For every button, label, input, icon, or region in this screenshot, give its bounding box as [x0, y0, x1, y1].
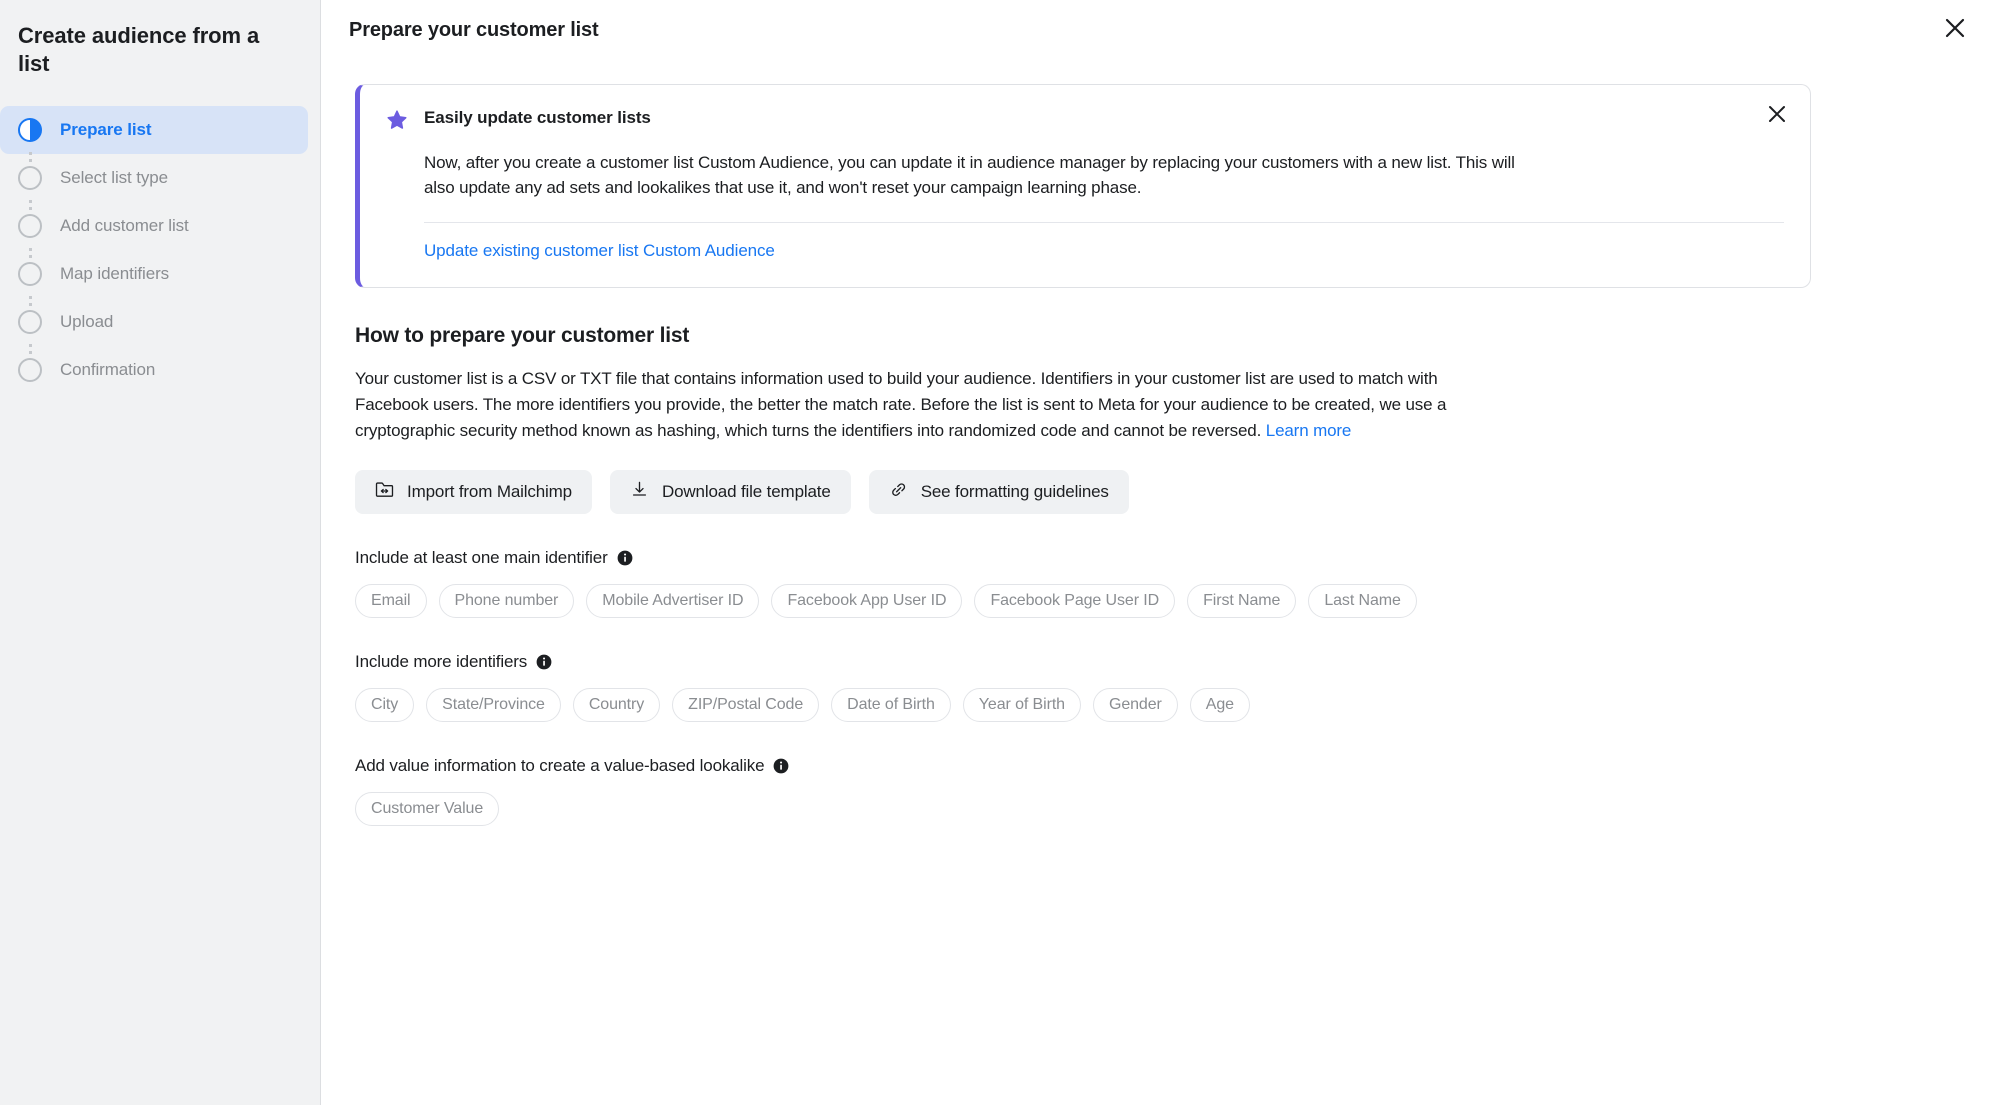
sidebar-item-label: Select list type	[60, 168, 169, 188]
main-identifiers-label: Include at least one main identifier	[355, 548, 608, 568]
close-icon	[1944, 17, 1966, 44]
sidebar-item-label: Prepare list	[60, 120, 152, 140]
action-button-row: Import from Mailchimp Download file temp…	[355, 470, 1971, 515]
sidebar-item-label: Add customer list	[60, 216, 189, 236]
chip-city[interactable]: City	[355, 688, 415, 723]
main-identifiers-label-row: Include at least one main identifier	[355, 548, 1971, 568]
info-icon[interactable]	[617, 550, 633, 566]
chip-year-of-birth[interactable]: Year of Birth	[962, 688, 1081, 723]
empty-circle-icon	[16, 356, 44, 385]
empty-circle-icon	[16, 212, 44, 241]
more-identifiers-chips: City State/Province Country ZIP/Postal C…	[355, 688, 1971, 723]
sidebar-item-upload[interactable]: Upload	[0, 298, 320, 346]
learn-more-link[interactable]: Learn more	[1266, 421, 1352, 440]
empty-circle-icon	[16, 308, 44, 337]
folder-import-icon	[375, 480, 394, 504]
close-dialog-button[interactable]	[1933, 8, 1977, 52]
chip-first-name[interactable]: First Name	[1187, 584, 1297, 619]
wizard-step-list: Prepare list Select list type Add custom…	[0, 106, 320, 394]
info-icon[interactable]	[773, 758, 789, 774]
value-section-label: Add value information to create a value-…	[355, 756, 765, 776]
chip-mobile-advertiser-id[interactable]: Mobile Advertiser ID	[586, 584, 760, 619]
sidebar-item-label: Confirmation	[60, 360, 156, 380]
sidebar-item-label: Upload	[60, 312, 114, 332]
how-to-heading: How to prepare your customer list	[355, 324, 690, 348]
chip-email[interactable]: Email	[355, 584, 427, 619]
chip-state-province[interactable]: State/Province	[426, 688, 561, 723]
close-icon	[1767, 104, 1787, 129]
sidebar-item-select-list-type[interactable]: Select list type	[0, 154, 320, 202]
sidebar-item-add-customer-list[interactable]: Add customer list	[0, 202, 320, 250]
dismiss-banner-button[interactable]	[1758, 97, 1796, 135]
button-label: Import from Mailchimp	[407, 482, 572, 502]
update-existing-audience-link[interactable]: Update existing customer list Custom Aud…	[424, 241, 775, 261]
empty-circle-icon	[16, 260, 44, 289]
chip-date-of-birth[interactable]: Date of Birth	[831, 688, 951, 723]
more-identifiers-label: Include more identifiers	[355, 652, 528, 672]
button-label: Download file template	[662, 482, 831, 502]
how-to-paragraph: Your customer list is a CSV or TXT file …	[355, 366, 1485, 444]
download-file-template-button[interactable]: Download file template	[610, 470, 851, 515]
chip-facebook-page-user-id[interactable]: Facebook Page User ID	[974, 584, 1176, 619]
banner-divider	[424, 222, 1784, 224]
banner-header: Easily update customer lists	[386, 107, 1784, 136]
chip-age[interactable]: Age	[1189, 688, 1250, 723]
empty-circle-icon	[16, 164, 44, 193]
page-title: Prepare your customer list	[349, 18, 599, 41]
chip-country[interactable]: Country	[572, 688, 661, 723]
sidebar-item-confirmation[interactable]: Confirmation	[0, 346, 320, 394]
banner-title: Easily update customer lists	[424, 108, 651, 127]
see-formatting-guidelines-button[interactable]: See formatting guidelines	[868, 470, 1129, 515]
chip-customer-value[interactable]: Customer Value	[355, 792, 500, 827]
star-icon	[386, 109, 408, 136]
sidebar-item-prepare-list[interactable]: Prepare list	[0, 106, 308, 155]
info-icon[interactable]	[536, 654, 552, 670]
main-identifiers-chips: Email Phone number Mobile Advertiser ID …	[355, 584, 1971, 619]
sidebar-item-label: Map identifiers	[60, 264, 170, 284]
button-label: See formatting guidelines	[920, 482, 1109, 502]
more-identifiers-label-row: Include more identifiers	[355, 652, 1971, 672]
value-section-chips: Customer Value	[355, 792, 1971, 827]
create-audience-dialog: Create audience from a list Prepare list	[0, 0, 1999, 1105]
chip-facebook-app-user-id[interactable]: Facebook App User ID	[771, 584, 963, 619]
link-chain-icon	[889, 480, 908, 504]
import-from-mailchimp-button[interactable]: Import from Mailchimp	[355, 470, 592, 515]
chip-zip-postal-code[interactable]: ZIP/Postal Code	[672, 688, 820, 723]
main-content: Easily update customer lists Now, after …	[321, 84, 1999, 827]
update-customer-lists-banner: Easily update customer lists Now, after …	[355, 84, 1811, 289]
chip-last-name[interactable]: Last Name	[1308, 584, 1417, 619]
page-header: Prepare your customer list	[321, 0, 1999, 60]
chip-phone-number[interactable]: Phone number	[438, 584, 575, 619]
main-panel: Prepare your customer list Easily update…	[321, 0, 1999, 1105]
download-icon	[630, 480, 649, 504]
banner-body-text: Now, after you create a customer list Cu…	[424, 153, 1515, 198]
sidebar-item-map-identifiers[interactable]: Map identifiers	[0, 250, 320, 298]
wizard-sidebar: Create audience from a list Prepare list	[0, 0, 321, 1105]
value-section-label-row: Add value information to create a value-…	[355, 756, 1971, 776]
chip-gender[interactable]: Gender	[1092, 688, 1178, 723]
half-filled-circle-icon	[16, 116, 44, 145]
sidebar-title: Create audience from a list	[18, 23, 260, 77]
